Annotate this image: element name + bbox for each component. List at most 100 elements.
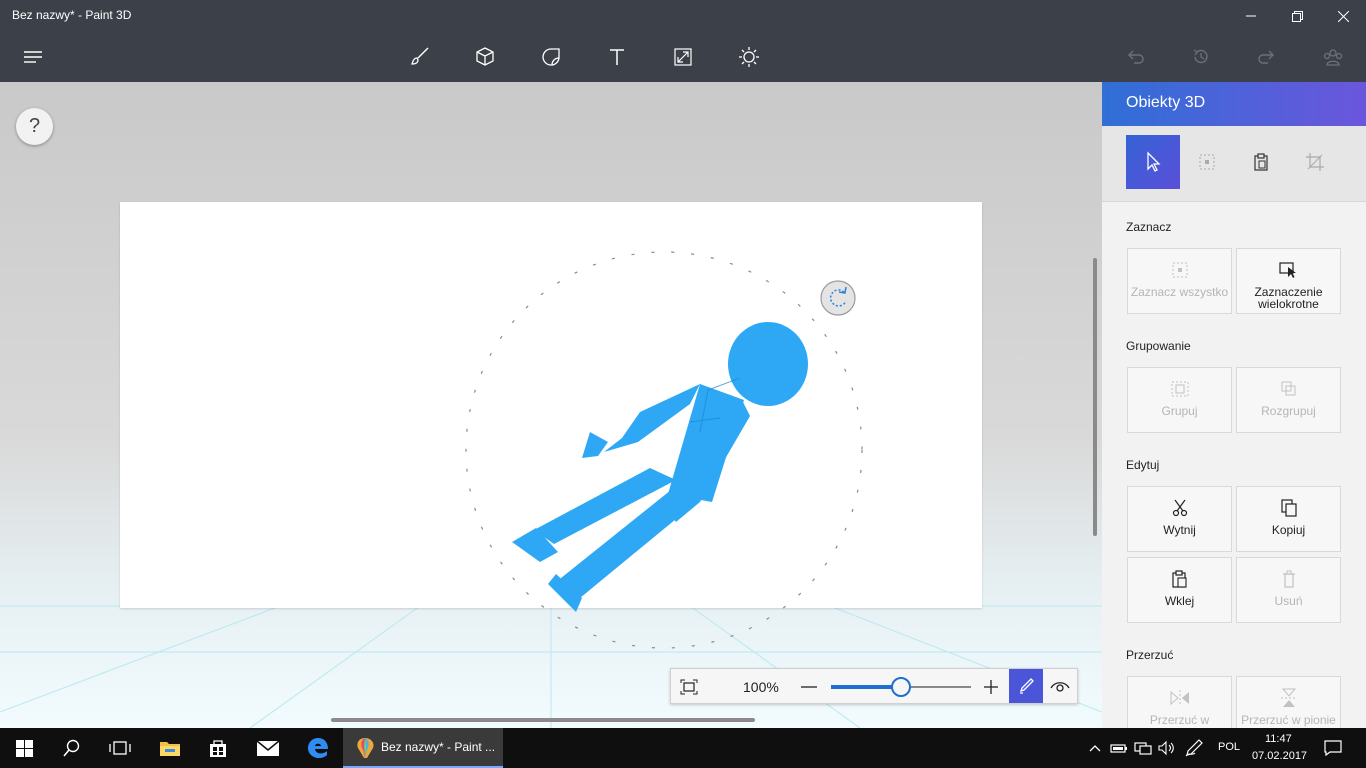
zoom-in-button[interactable] — [981, 673, 1001, 701]
paint3d-app-icon — [357, 738, 374, 758]
redo-button[interactable] — [1250, 40, 1284, 74]
search-icon — [63, 739, 80, 757]
minimize-button[interactable] — [1228, 0, 1274, 32]
multi-select-icon — [1237, 259, 1340, 281]
selection-icon — [1199, 154, 1215, 170]
input-language[interactable]: POL — [1218, 741, 1240, 753]
flip-horizontal-label: Przerzuć w — [1149, 713, 1210, 727]
flip-horizontal-button[interactable]: Przerzuć w — [1127, 676, 1232, 728]
multi-select-label: Zaznaczenie wielokrotne — [1254, 285, 1323, 311]
multi-select-button[interactable]: Zaznaczenie wielokrotne — [1236, 248, 1341, 314]
flip-vertical-button[interactable]: Przerzuć w pionie — [1236, 676, 1341, 728]
select-all-button[interactable]: Zaznacz wszystko — [1127, 248, 1232, 314]
sticker-icon — [542, 48, 560, 66]
cursor-icon — [1147, 151, 1161, 172]
restore-button[interactable] — [1274, 0, 1320, 32]
section-edit-label: Edytuj — [1126, 458, 1160, 472]
horizontal-scrollbar[interactable] — [331, 718, 755, 722]
select-tool-button[interactable] — [1126, 135, 1180, 189]
group-button[interactable]: Grupuj — [1127, 367, 1232, 433]
redo-icon — [1258, 50, 1274, 64]
flip-horizontal-icon — [1128, 687, 1231, 709]
network-button[interactable] — [1132, 728, 1154, 768]
flip-vertical-label: Przerzuć w pionie — [1241, 713, 1336, 727]
zoom-percent: 100% — [743, 679, 779, 695]
folder-icon — [160, 742, 180, 756]
battery-button[interactable] — [1108, 728, 1130, 768]
show-hidden-icons-button[interactable] — [1084, 728, 1106, 768]
store-button[interactable] — [194, 728, 242, 768]
zoom-out-button[interactable] — [799, 673, 819, 701]
cut-icon — [1128, 497, 1231, 519]
search-button[interactable] — [48, 728, 96, 768]
crop-tool-button[interactable] — [1288, 135, 1342, 189]
store-icon — [210, 740, 226, 757]
task-view-icon — [109, 741, 131, 755]
brush-icon — [411, 47, 429, 65]
rotate-handle[interactable] — [820, 280, 856, 316]
edit-mode-button[interactable] — [1009, 669, 1043, 703]
view-3d-button[interactable] — [1043, 669, 1077, 703]
zoom-slider[interactable] — [831, 677, 971, 697]
task-view-button[interactable] — [96, 728, 144, 768]
paste-tool-button[interactable] — [1234, 135, 1288, 189]
3d-shapes-button[interactable] — [468, 40, 502, 74]
crop-icon — [1306, 153, 1324, 171]
notifications-icon — [1324, 740, 1342, 756]
panel-tools — [1102, 126, 1366, 202]
vertical-scrollbar[interactable] — [1093, 258, 1097, 536]
effects-button[interactable] — [732, 40, 766, 74]
delete-label: Usuń — [1274, 594, 1303, 608]
paste-icon — [1128, 568, 1231, 590]
pen-icon — [1019, 678, 1034, 694]
cube-icon — [476, 47, 494, 66]
mail-icon — [256, 740, 280, 756]
paste-label: Wklej — [1164, 594, 1195, 608]
taskbar: Bez nazwy* - Paint ... POL 11:47 07.02.2… — [0, 728, 1366, 768]
paste-button[interactable]: Wklej — [1127, 557, 1232, 623]
group-icon — [1128, 378, 1231, 400]
pen-workspace-button[interactable] — [1182, 728, 1206, 768]
panel-header: Obiekty 3D — [1102, 82, 1366, 126]
magic-select-button[interactable] — [1180, 135, 1234, 189]
clock-time[interactable]: 11:47 — [1265, 733, 1292, 745]
network-icon — [1134, 742, 1152, 755]
stickers-button[interactable] — [534, 40, 568, 74]
start-button[interactable] — [0, 728, 48, 768]
delete-button[interactable]: Usuń — [1236, 557, 1341, 623]
taskbar-app-paint3d[interactable]: Bez nazwy* - Paint ... — [343, 728, 503, 768]
canvas-button[interactable] — [666, 40, 700, 74]
select-all-label: Zaznacz wszystko — [1130, 285, 1229, 299]
mail-button[interactable] — [244, 728, 292, 768]
3d-figure[interactable] — [512, 322, 808, 612]
resize-icon — [674, 48, 692, 66]
edge-button[interactable] — [294, 728, 342, 768]
section-group-label: Grupowanie — [1126, 339, 1191, 353]
undo-button[interactable] — [1118, 40, 1152, 74]
brushes-button[interactable] — [402, 40, 436, 74]
cut-button[interactable]: Wytnij — [1127, 486, 1232, 552]
fit-to-screen-button[interactable] — [675, 673, 703, 701]
eye-icon — [1050, 682, 1070, 692]
clock-date[interactable]: 07.02.2017 — [1252, 750, 1307, 762]
windows-icon — [15, 739, 33, 757]
workspace[interactable]: ? 100% — [0, 82, 1102, 728]
file-explorer-button[interactable] — [146, 728, 194, 768]
ungroup-button[interactable]: Rozgrupuj — [1236, 367, 1341, 433]
zoom-slider-thumb[interactable] — [891, 677, 911, 697]
section-select-label: Zaznacz — [1126, 220, 1172, 234]
plus-icon — [984, 680, 998, 694]
close-button[interactable] — [1320, 0, 1366, 32]
rotation-ring[interactable] — [465, 251, 863, 649]
undo-icon — [1128, 50, 1144, 64]
action-center-button[interactable] — [1320, 728, 1346, 768]
volume-button[interactable] — [1156, 728, 1178, 768]
title-bar: Bez nazwy* - Paint 3D — [0, 0, 1366, 32]
remix-button[interactable] — [1316, 40, 1350, 74]
panel-title: Obiekty 3D — [1126, 94, 1206, 111]
menu-button[interactable] — [16, 40, 50, 74]
text-button[interactable] — [600, 40, 634, 74]
copy-button[interactable]: Kopiuj — [1236, 486, 1341, 552]
history-button[interactable] — [1184, 40, 1218, 74]
copy-icon — [1237, 497, 1340, 519]
